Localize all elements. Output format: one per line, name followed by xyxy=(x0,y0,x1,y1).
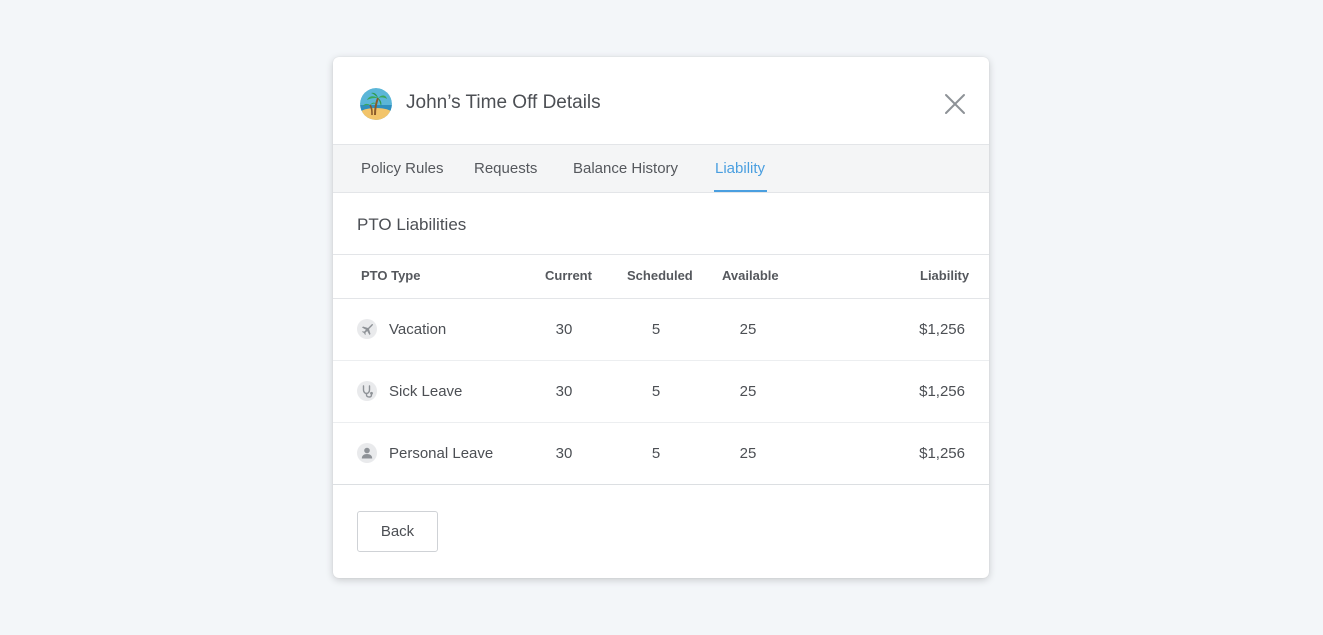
pto-type: Personal Leave xyxy=(389,445,494,462)
tab-balance-history[interactable]: Balance History xyxy=(573,145,678,192)
scheduled-value: 5 xyxy=(651,383,661,400)
pto-type: Sick Leave xyxy=(389,383,463,400)
row-divider xyxy=(333,422,989,423)
divider xyxy=(333,254,989,255)
tab-liability[interactable]: Liability xyxy=(713,145,768,192)
person-icon xyxy=(357,443,377,463)
current-value: 30 xyxy=(555,383,573,400)
current-value: 30 xyxy=(555,321,573,338)
back-button[interactable]: Back xyxy=(357,511,438,552)
liability-value: $1,256 xyxy=(919,321,965,338)
available-value: 25 xyxy=(739,383,757,400)
pto-type: Vacation xyxy=(389,321,447,338)
row-divider xyxy=(333,360,989,361)
dialog-title: John’s Time Off Details xyxy=(406,92,601,113)
liability-value: $1,256 xyxy=(919,383,965,400)
available-value: 25 xyxy=(739,445,757,462)
section-title: PTO Liabilities xyxy=(357,215,467,234)
scheduled-value: 5 xyxy=(651,321,661,338)
current-value: 30 xyxy=(555,445,573,462)
dialog-header: John’s Time Off Details xyxy=(333,57,989,145)
liability-value: $1,256 xyxy=(919,445,965,462)
beach-palm-icon xyxy=(360,88,392,120)
close-icon[interactable] xyxy=(943,92,967,116)
column-header-pto-type: PTO Type xyxy=(361,268,421,283)
airplane-icon xyxy=(357,319,377,339)
available-value: 25 xyxy=(739,321,757,338)
footer-divider xyxy=(333,484,989,485)
scheduled-value: 5 xyxy=(651,445,661,462)
tab-policy-rules[interactable]: Policy Rules xyxy=(361,145,444,192)
column-header-available: Available xyxy=(722,268,779,283)
divider xyxy=(333,298,989,299)
column-header-scheduled: Scheduled xyxy=(627,268,693,283)
stethoscope-icon xyxy=(357,381,377,401)
tab-bar: Policy Rules Requests Balance History Li… xyxy=(333,145,989,193)
column-header-liability: Liability xyxy=(920,268,970,283)
tab-requests[interactable]: Requests xyxy=(474,145,537,192)
time-off-details-dialog: John’s Time Off Details Policy Rules Req… xyxy=(333,57,989,578)
column-header-current: Current xyxy=(545,268,592,283)
